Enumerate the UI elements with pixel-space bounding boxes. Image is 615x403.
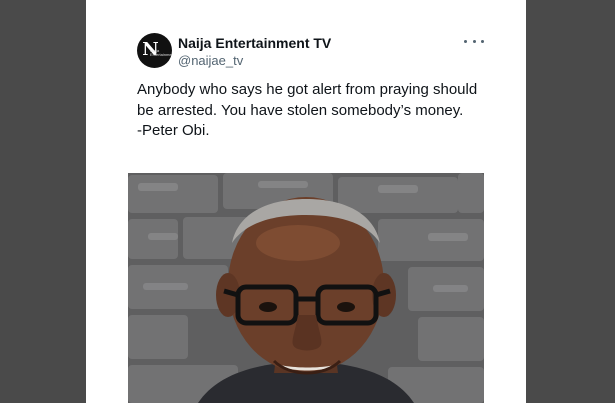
more-dot [464,39,467,43]
more-dot [472,39,476,43]
portrait-photo [128,173,484,403]
tweet-text-line: be arrested. You have stolen somebody’s … [137,101,464,119]
avatar[interactable]: N Naija Entertainment [137,33,172,68]
tweet-text-line: Anybody who says he got alert from prayi… [137,81,478,98]
author-handle[interactable]: @naijae_tv [178,53,243,68]
tweet-card: N Naija Entertainment Naija Entertainmen… [86,0,526,403]
tweet-text: Anybody who says he got alert from prayi… [137,80,507,142]
more-icon[interactable] [464,33,484,49]
avatar-logo-text: Naija Entertainment [150,48,172,57]
tweet-text-line: -Peter Obi. [137,122,210,139]
author-name[interactable]: Naija Entertainment TV [178,35,331,51]
tweet-photo[interactable] [128,173,484,403]
more-dot [481,39,484,43]
